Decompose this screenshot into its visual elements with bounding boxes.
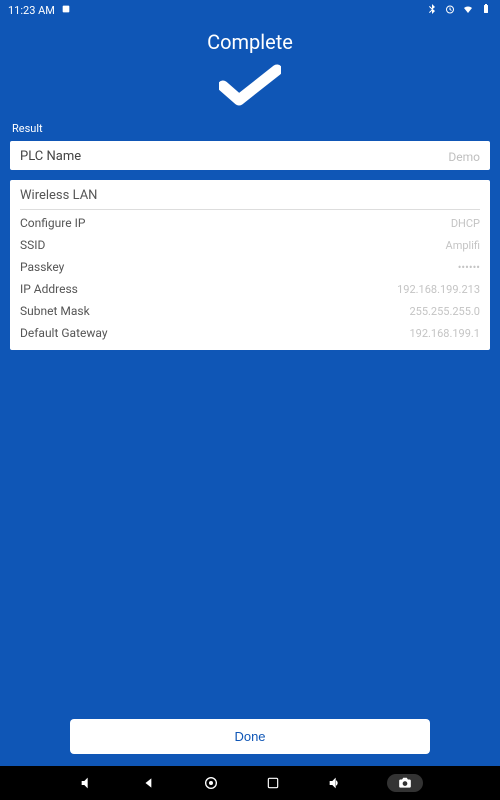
row-default-gateway: Default Gateway 192.168.199.1 [20, 322, 480, 344]
row-value: •••••• [458, 261, 480, 274]
row-label: Configure IP [20, 216, 85, 230]
header: Complete [0, 20, 500, 122]
status-bar: 11:23 AM [0, 0, 500, 20]
android-nav-bar [0, 766, 500, 800]
row-label: IP Address [20, 282, 78, 296]
status-time: 11:23 AM [8, 4, 55, 17]
done-button[interactable]: Done [70, 719, 430, 754]
recents-icon[interactable] [263, 773, 283, 793]
bluetooth-icon [426, 3, 438, 18]
plc-name-card: PLC Name Demo [10, 141, 490, 170]
row-value: Amplifi [446, 239, 480, 252]
row-subnet-mask: Subnet Mask 255.255.255.0 [20, 300, 480, 322]
plc-name-value: Demo [448, 150, 480, 164]
row-ip-address: IP Address 192.168.199.213 [20, 278, 480, 300]
notification-icon [61, 4, 71, 17]
checkmark-icon [0, 64, 500, 108]
battery-icon [480, 3, 492, 18]
home-icon[interactable] [201, 773, 221, 793]
status-right [426, 3, 492, 18]
wifi-icon [462, 3, 474, 18]
row-configure-ip: Configure IP DHCP [20, 212, 480, 234]
spacer [0, 360, 500, 709]
alarm-icon [444, 3, 456, 18]
volume-up-icon[interactable] [325, 773, 345, 793]
row-value: 192.168.199.1 [409, 327, 480, 340]
done-wrap: Done [0, 709, 500, 766]
row-value: DHCP [451, 217, 480, 230]
volume-down-icon[interactable] [77, 773, 97, 793]
row-value: 255.255.255.0 [409, 305, 480, 318]
row-label: Passkey [20, 260, 64, 274]
row-label: Default Gateway [20, 326, 108, 340]
back-icon[interactable] [139, 773, 159, 793]
result-label: Result [10, 122, 490, 141]
row-passkey: Passkey •••••• [20, 256, 480, 278]
content: Result PLC Name Demo Wireless LAN Config… [0, 122, 500, 360]
row-ssid: SSID Amplifi [20, 234, 480, 256]
wireless-lan-title: Wireless LAN [20, 188, 480, 210]
status-left: 11:23 AM [8, 4, 71, 17]
wireless-lan-card: Wireless LAN Configure IP DHCP SSID Ampl… [10, 180, 490, 350]
plc-name-label: PLC Name [20, 149, 81, 164]
row-label: SSID [20, 238, 45, 252]
row-value: 192.168.199.213 [397, 283, 480, 296]
screenshot-button[interactable] [387, 774, 423, 792]
page-title: Complete [0, 30, 500, 54]
row-label: Subnet Mask [20, 304, 90, 318]
